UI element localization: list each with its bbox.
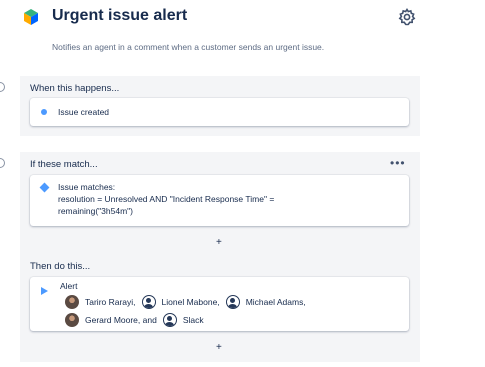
page-title: Urgent issue alert xyxy=(52,7,188,24)
recipient-name: Michael Adams, xyxy=(245,297,306,307)
user-avatar-icon xyxy=(141,295,156,309)
play-icon xyxy=(41,287,48,295)
recipient-name: Tariro Rarayi, xyxy=(85,297,136,307)
trigger-card[interactable]: Issue created xyxy=(30,98,409,126)
recipient-name: Gerard Moore, and xyxy=(85,315,157,325)
condition-heading: If these match... xyxy=(30,159,98,170)
action-card[interactable]: Alert Tariro Rarayi, Lionel Mabone, Michae… xyxy=(30,277,409,331)
diamond-icon xyxy=(39,182,50,193)
trigger-step-marker xyxy=(0,82,5,92)
add-condition-button[interactable]: + xyxy=(216,237,222,248)
more-options-icon[interactable]: ••• xyxy=(390,156,406,170)
avatar xyxy=(65,313,79,327)
condition-line-1: Issue matches: xyxy=(58,182,116,192)
recipient[interactable]: Gerard Moore, and xyxy=(65,313,157,327)
trigger-heading: When this happens... xyxy=(30,83,120,94)
recipient[interactable]: Tariro Rarayi, xyxy=(65,295,136,309)
condition-line-2: resolution = Unresolved AND "Incident Re… xyxy=(58,194,275,204)
rule-description: Notifies an agent in a comment when a cu… xyxy=(52,42,325,52)
dot-icon xyxy=(41,109,47,115)
condition-card[interactable]: Issue matches: resolution = Unresolved A… xyxy=(30,175,409,226)
recipients-line-2: Gerard Moore, and Slack xyxy=(65,313,204,330)
trigger-item-label: Issue created xyxy=(58,107,110,117)
automation-rule-icon xyxy=(24,9,38,25)
add-action-button[interactable]: + xyxy=(216,342,222,353)
user-avatar-icon xyxy=(162,313,177,327)
condition-action-section: If these match... ••• Issue matches: res… xyxy=(20,152,420,362)
user-avatar-icon xyxy=(225,295,240,309)
recipient[interactable]: Slack xyxy=(162,313,204,327)
recipients-line-1: Tariro Rarayi, Lionel Mabone, Michael Adam… xyxy=(65,295,306,312)
trigger-section: When this happens... Issue created xyxy=(20,76,420,136)
action-title: Alert xyxy=(60,281,78,291)
condition-step-marker xyxy=(0,158,5,168)
action-heading: Then do this... xyxy=(30,261,91,272)
gear-icon[interactable] xyxy=(397,7,417,27)
avatar xyxy=(65,295,79,309)
condition-line-3: remaining("3h54m") xyxy=(58,206,134,216)
recipient-name: Lionel Mabone, xyxy=(161,297,220,307)
recipient[interactable]: Lionel Mabone, xyxy=(141,295,220,309)
recipient-name: Slack xyxy=(182,315,204,325)
recipient[interactable]: Michael Adams, xyxy=(225,295,306,309)
